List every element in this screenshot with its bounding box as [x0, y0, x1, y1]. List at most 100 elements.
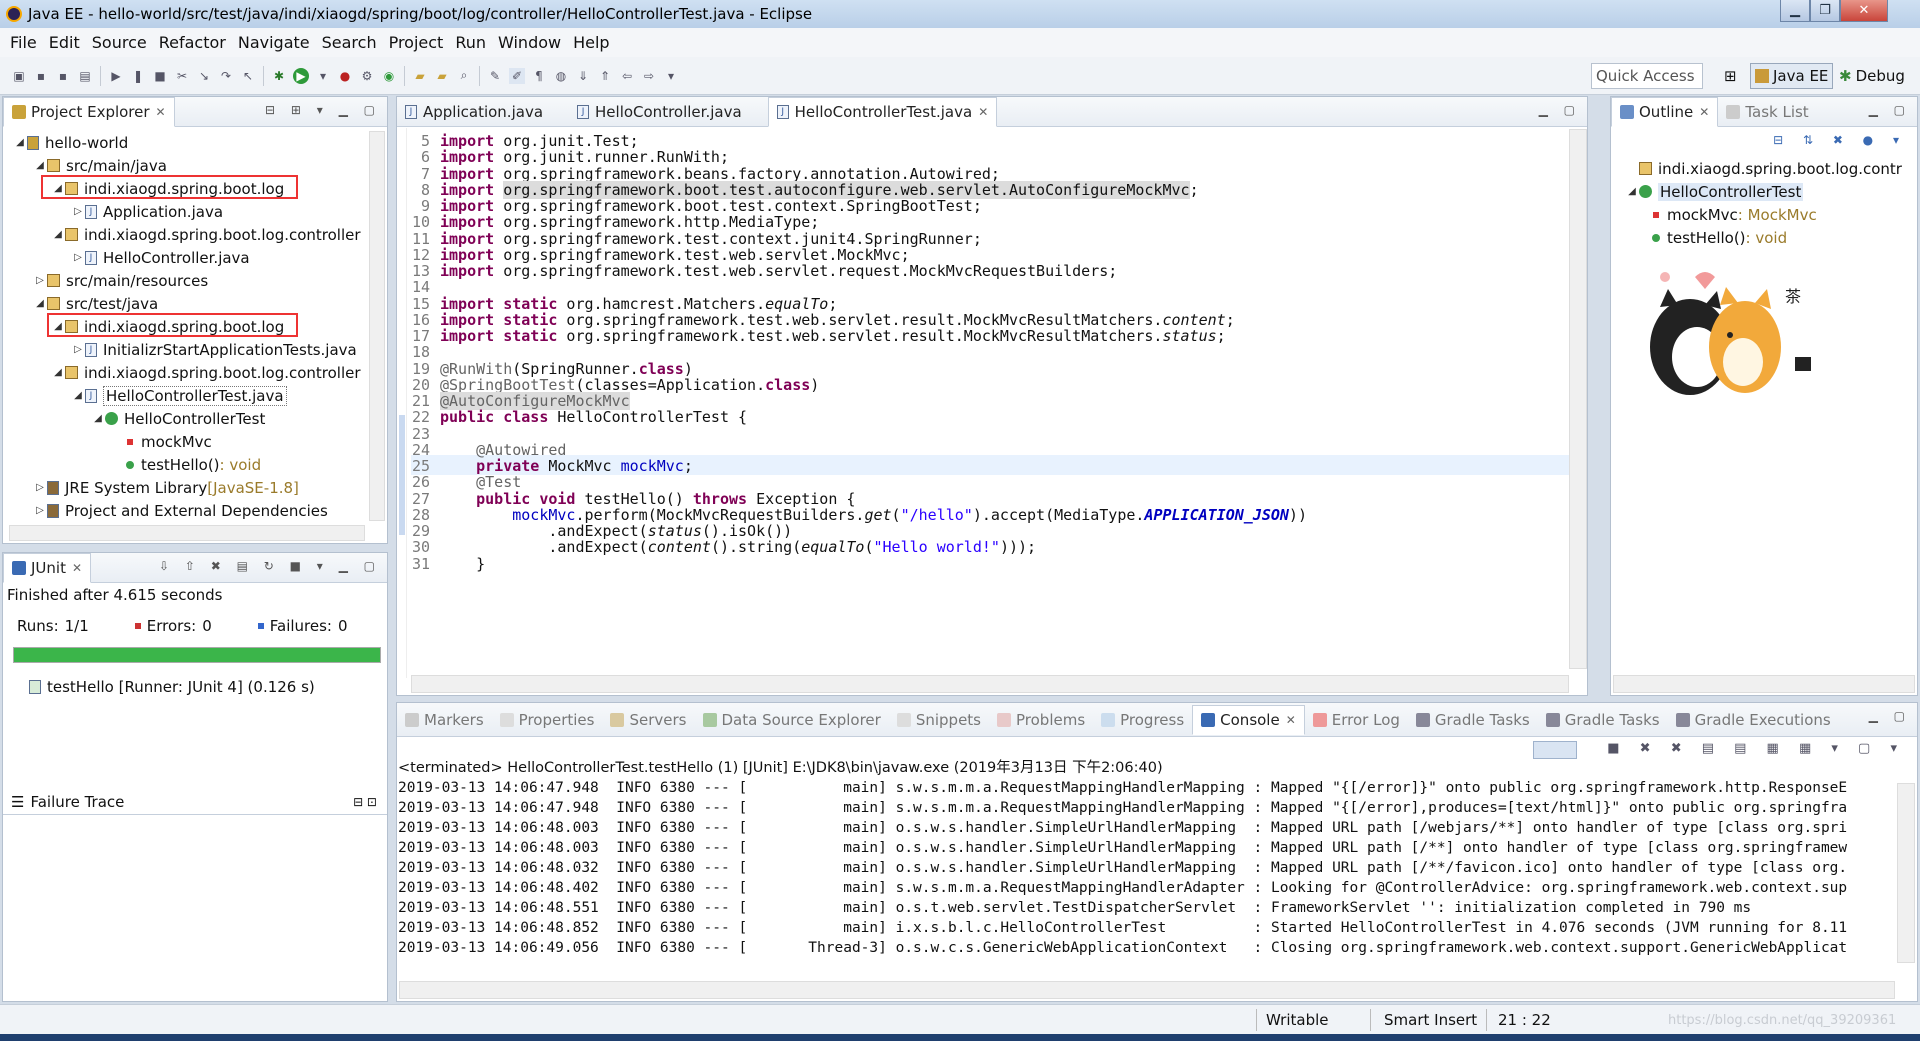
vertical-scrollbar[interactable] [369, 131, 385, 521]
expand-arrow-icon[interactable]: ◢ [71, 390, 85, 401]
tab-gradle-tasks-2[interactable]: Gradle Tasks [1538, 705, 1668, 735]
editor-horizontal-scrollbar[interactable] [411, 675, 1569, 693]
globe-icon[interactable]: ◍ [553, 68, 569, 84]
tree-item[interactable]: ◢ indi.xiaogd.spring.boot.log.controller [51, 223, 360, 246]
code-line[interactable]: 13 import org.springframework.test.web.se… [410, 262, 1117, 282]
tab-servers[interactable]: Servers [602, 705, 694, 735]
tree-item-selected[interactable]: ◢ J HelloControllerTest.java [71, 384, 287, 407]
tab-project-explorer[interactable]: Project Explorer ✕ [3, 97, 175, 127]
perspective-javaee[interactable]: Java EE [1750, 63, 1834, 89]
tab-error-log[interactable]: Error Log [1305, 705, 1408, 735]
minimize-button[interactable]: ▁ [1780, 0, 1810, 22]
next-annotation-icon[interactable]: ⇓ [575, 68, 591, 84]
tab-gradle-tasks[interactable]: Gradle Tasks [1408, 705, 1538, 735]
menu-source[interactable]: Source [86, 33, 153, 52]
show-whitespace-icon[interactable]: ¶ [531, 68, 547, 84]
new-server-icon[interactable]: ⚙ [359, 68, 375, 84]
tab-task-list[interactable]: Task List [1718, 97, 1816, 127]
view-controls[interactable]: ⊟ ⊞ ▾ ▁ ▢ [265, 103, 381, 117]
tab-hellocontrollertest-java[interactable]: J HelloControllerTest.java ✕ [767, 97, 998, 127]
outline-horizontal-scrollbar[interactable] [1613, 675, 1915, 693]
tab-junit[interactable]: JUnit ✕ [3, 553, 92, 583]
tree-item[interactable]: ▷ Project and External Dependencies [33, 499, 328, 522]
menu-project[interactable]: Project [383, 33, 450, 52]
tree-item[interactable]: ▷ J Application.java [71, 200, 223, 223]
menu-run[interactable]: Run [449, 33, 492, 52]
test-result-item[interactable]: testHello [Runner: JUnit 4] (0.126 s) [29, 675, 315, 698]
tab-markers[interactable]: Markers [397, 705, 492, 735]
code-line[interactable]: 31 } [410, 555, 485, 575]
collapse-arrow-icon[interactable]: ▷ [33, 505, 47, 516]
tab-gradle-executions[interactable]: Gradle Executions [1668, 705, 1839, 735]
outline-view-controls[interactable]: ▁ ▢ [1869, 103, 1911, 117]
collapse-arrow-icon[interactable]: ▷ [33, 482, 47, 493]
outline-item[interactable]: ◢ HelloControllerTest [1625, 180, 1804, 203]
horizontal-scrollbar[interactable] [9, 525, 365, 541]
step-return-icon[interactable]: ↖ [240, 68, 256, 84]
expand-arrow-icon[interactable]: ◢ [33, 160, 47, 171]
tree-item[interactable]: ◢ src/test/java [33, 292, 158, 315]
console-view-controls[interactable]: ▁ ▢ [1869, 709, 1911, 723]
menu-edit[interactable]: Edit [43, 33, 86, 52]
filter-trace-icon[interactable]: ⊟ ⊡ [353, 795, 377, 809]
tree-item[interactable]: ▷ src/main/resources [33, 269, 208, 292]
back-icon[interactable]: ⇦ [619, 68, 635, 84]
external-tools-icon[interactable]: ● [337, 68, 353, 84]
menu-file[interactable]: File [4, 33, 43, 52]
resume-icon[interactable]: ▶ [108, 68, 124, 84]
step-over-icon[interactable]: ↷ [218, 68, 234, 84]
outline-item[interactable]: testHello() : void [1651, 226, 1787, 249]
tab-snippets[interactable]: Snippets [889, 705, 989, 735]
tab-problems[interactable]: Problems [989, 705, 1093, 735]
tab-properties[interactable]: Properties [492, 705, 603, 735]
disconnect-icon[interactable]: ✂ [174, 68, 190, 84]
tab-application-java[interactable]: J Application.java [397, 97, 551, 127]
junit-view-controls[interactable]: ⇩ ⇧ ✖ ▤ ↻ ■ ▾ ▁ ▢ [159, 559, 381, 573]
toggle-mark-icon[interactable]: ✎ [487, 68, 503, 84]
collapse-arrow-icon[interactable]: ▷ [33, 275, 47, 286]
menu-refactor[interactable]: Refactor [153, 33, 232, 52]
menu-search[interactable]: Search [316, 33, 383, 52]
close-icon[interactable]: ✕ [1286, 713, 1296, 727]
code-editor[interactable]: 5 import org.junit.Test; 6 import org.junit… [410, 130, 1578, 670]
close-button[interactable]: ✕ [1840, 0, 1888, 22]
run-icon[interactable]: ▶ [293, 67, 309, 84]
close-icon[interactable]: ✕ [1699, 105, 1709, 119]
tab-progress[interactable]: Progress [1093, 705, 1192, 735]
chevron-down-icon[interactable]: ▾ [663, 68, 679, 84]
step-into-icon[interactable]: ↘ [196, 68, 212, 84]
tab-hellocontroller-java[interactable]: J HelloController.java [569, 97, 750, 127]
tree-item[interactable]: ◢ HelloControllerTest [91, 407, 265, 430]
expand-arrow-icon[interactable]: ◢ [51, 367, 65, 378]
print-icon[interactable]: ▤ [77, 68, 93, 84]
expand-arrow-icon[interactable]: ◢ [33, 298, 47, 309]
close-icon[interactable]: ✕ [978, 105, 988, 119]
code-line[interactable]: 30 .andExpect(content().string(equalTo("… [410, 538, 1036, 558]
expand-arrow-icon[interactable]: ◢ [51, 229, 65, 240]
open-folder-icon[interactable]: ▰ [412, 68, 428, 84]
suspend-icon[interactable]: ❚ [130, 68, 146, 84]
tree-item[interactable]: ▷ J InitializrStartApplicationTests.java [71, 338, 357, 361]
search-icon[interactable]: ⌕ [456, 68, 472, 84]
terminate-icon[interactable]: ■ [152, 68, 168, 84]
save-all-icon[interactable]: ▪ [55, 68, 71, 84]
debug-icon[interactable]: ✱ [271, 68, 287, 84]
tree-item[interactable]: testHello() : void [111, 453, 261, 476]
collapse-arrow-icon[interactable]: ▷ [71, 344, 85, 355]
open-type-icon[interactable]: ▰ [434, 68, 450, 84]
tree-item[interactable]: ▷ J HelloController.java [71, 246, 249, 269]
tree-item[interactable]: mockMvc [111, 430, 212, 453]
forward-icon[interactable]: ⇨ [641, 68, 657, 84]
toggle-block-icon[interactable]: ✐ [509, 67, 525, 84]
maximize-button[interactable]: ❐ [1810, 0, 1840, 22]
menu-window[interactable]: Window [492, 33, 567, 52]
expand-arrow-icon[interactable]: ◢ [1625, 186, 1639, 197]
expand-arrow-icon[interactable]: ◢ [13, 137, 27, 148]
tab-outline[interactable]: Outline ✕ [1611, 97, 1719, 127]
outline-item[interactable]: mockMvc : MockMvc [1651, 203, 1817, 226]
tree-item[interactable]: ◢ src/main/java [33, 154, 167, 177]
collapse-arrow-icon[interactable]: ▷ [71, 206, 85, 217]
console-vertical-scrollbar[interactable] [1897, 783, 1915, 963]
code-line[interactable]: 22 public class HelloControllerTest { [410, 408, 747, 428]
tab-console[interactable]: Console ✕ [1192, 704, 1305, 735]
